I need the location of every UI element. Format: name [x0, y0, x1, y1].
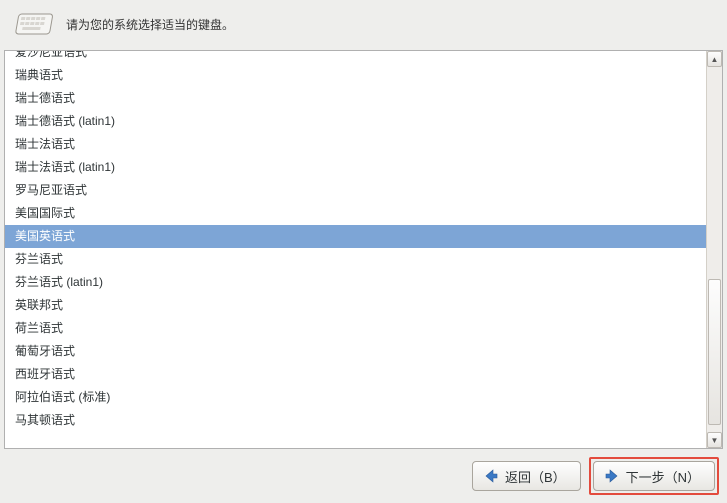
keyboard-icon	[12, 8, 54, 40]
next-button[interactable]: 下一步（N）	[593, 461, 715, 491]
installer-window: 请为您的系统选择适当的键盘。 爱沙尼亚语式瑞典语式瑞士德语式瑞士德语式 (lat…	[0, 0, 727, 503]
list-item[interactable]: 瑞士德语式 (latin1)	[5, 110, 706, 133]
list-item[interactable]: 罗马尼亚语式	[5, 179, 706, 202]
next-button-label: 下一步（N）	[626, 467, 700, 486]
arrow-right-icon	[604, 468, 620, 484]
list-item[interactable]: 马其顿语式	[5, 409, 706, 432]
list-item[interactable]: 美国英语式	[5, 225, 706, 248]
footer: 返回（B） 下一步（N）	[0, 449, 727, 503]
back-button[interactable]: 返回（B）	[472, 461, 581, 491]
list-item[interactable]: 瑞士德语式	[5, 87, 706, 110]
list-item[interactable]: 西班牙语式	[5, 363, 706, 386]
list-item[interactable]: 葡萄牙语式	[5, 340, 706, 363]
header-instruction: 请为您的系统选择适当的键盘。	[66, 16, 234, 33]
list-item[interactable]: 瑞士法语式	[5, 133, 706, 156]
scroll-thumb[interactable]	[708, 279, 721, 425]
back-button-label: 返回（B）	[505, 467, 566, 486]
next-button-highlight: 下一步（N）	[589, 457, 719, 495]
scrollbar[interactable]: ▲ ▼	[706, 51, 722, 448]
keyboard-list[interactable]: 爱沙尼亚语式瑞典语式瑞士德语式瑞士德语式 (latin1)瑞士法语式瑞士法语式 …	[5, 51, 706, 448]
list-item[interactable]: 芬兰语式	[5, 248, 706, 271]
list-item[interactable]: 阿拉伯语式 (标准)	[5, 386, 706, 409]
scroll-down-button[interactable]: ▼	[707, 432, 722, 448]
list-item[interactable]: 爱沙尼亚语式	[5, 51, 706, 64]
list-item[interactable]: 瑞典语式	[5, 64, 706, 87]
keyboard-list-container: 爱沙尼亚语式瑞典语式瑞士德语式瑞士德语式 (latin1)瑞士法语式瑞士法语式 …	[4, 50, 723, 449]
list-item[interactable]: 荷兰语式	[5, 317, 706, 340]
list-item[interactable]: 瑞士法语式 (latin1)	[5, 156, 706, 179]
list-item[interactable]: 英联邦式	[5, 294, 706, 317]
scroll-track[interactable]	[707, 67, 722, 432]
header: 请为您的系统选择适当的键盘。	[0, 0, 727, 50]
scroll-up-button[interactable]: ▲	[707, 51, 722, 67]
list-item[interactable]: 芬兰语式 (latin1)	[5, 271, 706, 294]
list-item[interactable]: 美国国际式	[5, 202, 706, 225]
arrow-left-icon	[483, 468, 499, 484]
